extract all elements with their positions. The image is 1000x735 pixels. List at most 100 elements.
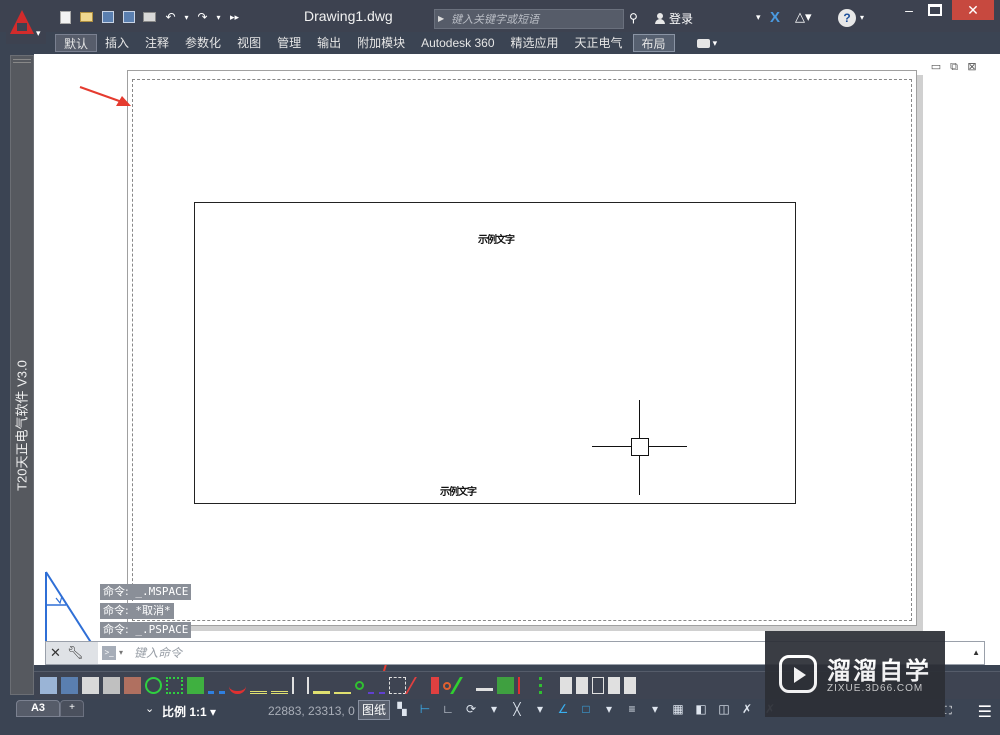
- tab-autodesk-360[interactable]: Autodesk 360: [413, 34, 502, 52]
- command-history-toggle[interactable]: ▲: [972, 648, 980, 657]
- tool-circle-icon[interactable]: [145, 677, 162, 694]
- tool-brush-icon[interactable]: [431, 677, 439, 694]
- login-button[interactable]: 登录: [655, 10, 693, 27]
- tab-featured-apps[interactable]: 精选应用: [503, 34, 567, 52]
- customization-menu-icon[interactable]: ☰: [978, 702, 992, 722]
- recent-commands-dropdown[interactable]: ▾: [119, 648, 123, 657]
- tool-building-icon[interactable]: [124, 677, 141, 694]
- redo-dropdown[interactable]: ▾: [214, 7, 223, 27]
- tool-cabinet-icon[interactable]: [560, 677, 572, 694]
- login-dropdown-icon[interactable]: ▾: [756, 12, 761, 23]
- binoculars-icon[interactable]: ⚲: [629, 11, 638, 25]
- command-line-grip[interactable]: ✕ 🔧︎: [46, 642, 98, 664]
- close-icon[interactable]: ✕: [50, 645, 61, 661]
- help-dropdown-icon[interactable]: ▾: [860, 13, 864, 22]
- paper-space-button[interactable]: 图纸: [358, 700, 390, 720]
- layout-tab-a3[interactable]: A3: [16, 700, 60, 717]
- layout-viewport[interactable]: 示例文字 示例文字: [194, 202, 796, 504]
- tool-cable-icon[interactable]: [539, 677, 556, 694]
- lineweight-dropdown-icon[interactable]: ▾: [648, 701, 662, 717]
- tab-default[interactable]: 默认: [55, 34, 98, 52]
- tab-manage[interactable]: 管理: [269, 34, 309, 52]
- tab-view[interactable]: 视图: [229, 34, 269, 52]
- undo-button[interactable]: ↶: [161, 7, 180, 27]
- annotation-visibility-icon[interactable]: ✗: [740, 701, 754, 717]
- tool-line-icon[interactable]: [476, 681, 493, 691]
- tool-select-icon[interactable]: [389, 677, 406, 694]
- object-snap-tracking-icon[interactable]: ∠: [556, 701, 570, 717]
- tool-ground2-icon[interactable]: [271, 677, 288, 694]
- drawing-canvas[interactable]: 示例文字 示例文字 ▭ ⧉ ⊠: [34, 54, 1000, 692]
- tool-bus-icon[interactable]: [313, 677, 330, 694]
- exchange-apps-icon[interactable]: X: [770, 9, 786, 26]
- autodesk-a360-icon[interactable]: △▾: [795, 9, 812, 25]
- snap-mode-icon[interactable]: ▚: [395, 701, 409, 717]
- tool-book-icon[interactable]: [608, 677, 620, 694]
- fullscreen-icon[interactable]: ⛶: [944, 705, 952, 718]
- tool-export-icon[interactable]: [624, 677, 636, 694]
- tab-parametric[interactable]: 参数化: [177, 34, 229, 52]
- isometric-drafting-icon[interactable]: ╳: [510, 701, 524, 717]
- tianzheng-side-panel[interactable]: T20天正电气软件 V3.0: [10, 55, 34, 695]
- tool-wire-dash-icon[interactable]: [208, 677, 225, 694]
- command-prompt-icon[interactable]: >_: [102, 646, 116, 660]
- expand-arrow-icon[interactable]: ▶: [438, 14, 444, 23]
- annotation-scale[interactable]: 比例 1:1 ▾: [162, 703, 216, 720]
- tab-addins[interactable]: 附加模块: [349, 34, 413, 52]
- selection-cycling-icon[interactable]: ◧: [694, 701, 708, 717]
- object-snap-icon[interactable]: □: [579, 701, 593, 717]
- add-layout-tab[interactable]: +: [60, 700, 84, 717]
- tab-tianzheng-electric[interactable]: 天正电气: [567, 34, 631, 52]
- tool-table-icon[interactable]: [497, 677, 514, 694]
- 3d-object-snap-icon[interactable]: ◫: [717, 701, 731, 717]
- cursor-coordinates[interactable]: 22883, 23313, 0: [268, 704, 355, 718]
- tool-save-icon[interactable]: [61, 677, 78, 694]
- open-file-button[interactable]: [77, 7, 96, 27]
- close-button[interactable]: ✕: [952, 0, 994, 20]
- search-input[interactable]: [451, 12, 621, 26]
- transparency-icon[interactable]: ▦: [671, 701, 685, 717]
- maximize-button[interactable]: [928, 4, 942, 16]
- tab-insert[interactable]: 插入: [97, 34, 137, 52]
- print-button[interactable]: [140, 7, 159, 27]
- tab-output[interactable]: 输出: [309, 34, 349, 52]
- new-file-button[interactable]: [56, 7, 75, 27]
- tool-switch-icon[interactable]: [292, 677, 309, 694]
- tool-dot-icon[interactable]: [443, 681, 451, 690]
- tool-text-icon[interactable]: [334, 677, 351, 694]
- tool-pointer-icon[interactable]: [82, 677, 99, 694]
- polar-dropdown-icon[interactable]: ▾: [487, 701, 501, 717]
- object-snap-dropdown-icon[interactable]: ▾: [602, 701, 616, 717]
- drawing-restore-icon[interactable]: ⧉: [948, 62, 960, 73]
- double-chevron-down-icon[interactable]: ⌄: [145, 702, 154, 715]
- save-as-button[interactable]: [119, 7, 138, 27]
- drawing-minimize-icon[interactable]: ▭: [930, 62, 942, 73]
- tool-pencil-icon[interactable]: [450, 677, 477, 694]
- wrench-icon[interactable]: 🔧︎: [67, 645, 84, 661]
- tool-ground-icon[interactable]: [250, 677, 267, 694]
- panel-grip[interactable]: [13, 59, 31, 63]
- tool-pen-icon[interactable]: [405, 677, 432, 694]
- lineweight-icon[interactable]: ≡: [625, 701, 639, 717]
- save-button[interactable]: [98, 7, 117, 27]
- tool-wire-icon[interactable]: [187, 677, 204, 694]
- drawing-close-icon[interactable]: ⊠: [966, 62, 978, 73]
- ribbon-minimize-toggle[interactable]: ▾: [696, 38, 717, 49]
- tool-char-icon[interactable]: [592, 677, 604, 694]
- command-input[interactable]: [134, 645, 734, 661]
- qat-more-button[interactable]: ▸▸: [225, 7, 244, 27]
- tool-dash-icon[interactable]: [368, 677, 385, 694]
- redo-button[interactable]: ↷: [193, 7, 212, 27]
- tool-marker-icon[interactable]: [518, 677, 535, 694]
- isometric-dropdown-icon[interactable]: ▾: [533, 701, 547, 717]
- tool-wire-curve-icon[interactable]: [229, 677, 246, 694]
- tab-layout[interactable]: 布局: [632, 34, 675, 52]
- tool-dots-icon[interactable]: [166, 677, 183, 694]
- tool-layer-icon[interactable]: [103, 677, 120, 694]
- ortho-mode-icon[interactable]: ∟: [441, 701, 455, 717]
- infer-constraints-icon[interactable]: ⊢: [418, 701, 432, 717]
- tab-annotate[interactable]: 注释: [137, 34, 177, 52]
- tool-cabinet2-icon[interactable]: [576, 677, 588, 694]
- application-menu-button[interactable]: ▾: [6, 6, 46, 44]
- polar-tracking-icon[interactable]: ⟳: [464, 701, 478, 717]
